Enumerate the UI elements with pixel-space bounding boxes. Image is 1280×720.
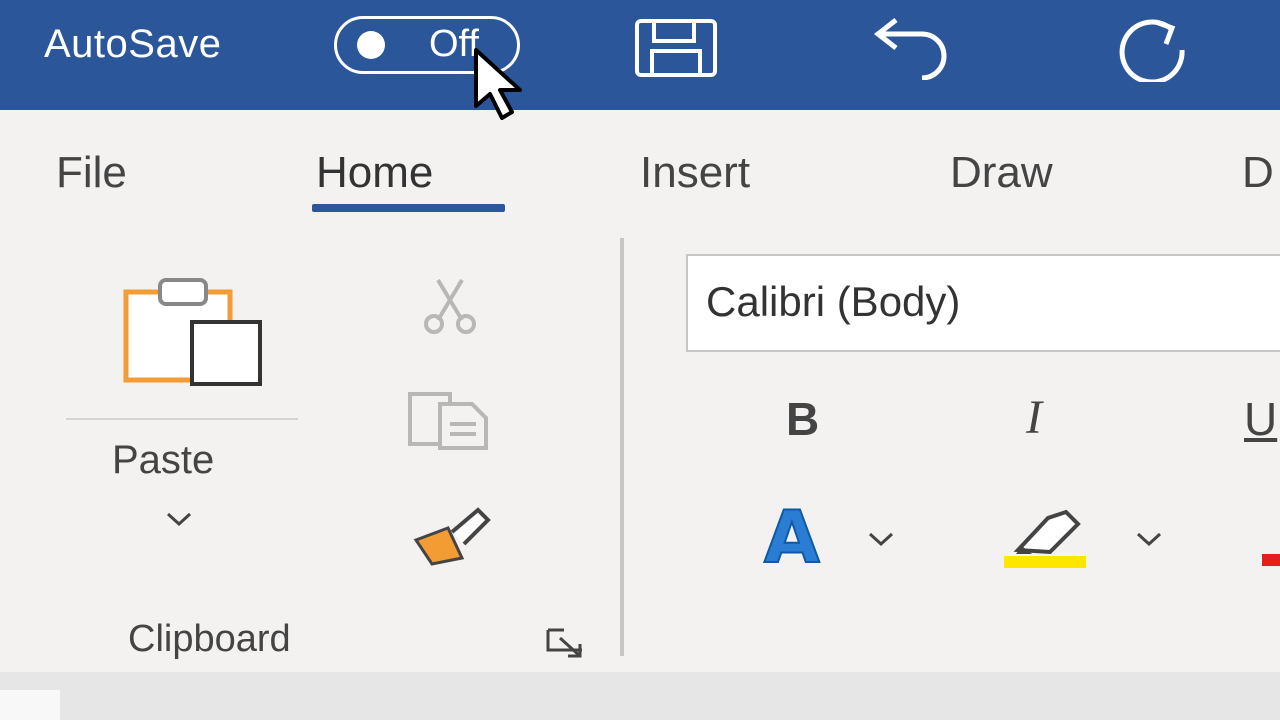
ruler-corner xyxy=(0,690,60,720)
ribbon-tabs: File Home Insert Draw D xyxy=(0,110,1280,220)
paste-divider xyxy=(66,418,298,420)
chevron-down-icon[interactable] xyxy=(164,510,194,528)
tab-home[interactable]: Home xyxy=(316,148,433,198)
underline-button[interactable]: U xyxy=(1244,392,1277,446)
copy-icon[interactable] xyxy=(406,390,492,452)
title-bar: AutoSave Off xyxy=(0,0,1280,110)
bold-button[interactable]: B xyxy=(786,392,819,446)
svg-text:A: A xyxy=(764,502,820,570)
selected-tab-indicator xyxy=(312,204,505,212)
redo-icon[interactable] xyxy=(1108,16,1196,82)
toggle-knob xyxy=(357,31,385,59)
tab-file[interactable]: File xyxy=(56,148,127,198)
paste-icon[interactable] xyxy=(120,274,270,390)
paste-label[interactable]: Paste xyxy=(112,438,214,483)
clipboard-group-label: Clipboard xyxy=(128,618,291,660)
group-divider xyxy=(620,238,624,656)
highlight-chevron-icon[interactable] xyxy=(1134,530,1164,548)
font-name-value: Calibri (Body) xyxy=(706,278,961,325)
highlight-icon[interactable] xyxy=(1004,504,1090,570)
autosave-label: AutoSave xyxy=(44,22,222,66)
text-color-swatch-partial[interactable] xyxy=(1262,554,1280,566)
tab-design-partial[interactable]: D xyxy=(1242,148,1274,198)
tab-insert[interactable]: Insert xyxy=(640,148,750,198)
save-icon[interactable] xyxy=(634,18,718,78)
tab-draw[interactable]: Draw xyxy=(950,148,1053,198)
font-color-icon[interactable]: A xyxy=(760,502,844,570)
font-name-input[interactable]: Calibri (Body) xyxy=(686,254,1280,352)
italic-button[interactable]: I xyxy=(1026,390,1042,445)
document-area-edge xyxy=(0,672,1280,720)
cut-icon[interactable] xyxy=(420,276,480,336)
format-painter-icon[interactable] xyxy=(408,504,496,568)
undo-icon[interactable] xyxy=(872,18,954,80)
font-color-chevron-icon[interactable] xyxy=(866,530,896,548)
dialog-launcher-icon[interactable] xyxy=(544,626,586,660)
